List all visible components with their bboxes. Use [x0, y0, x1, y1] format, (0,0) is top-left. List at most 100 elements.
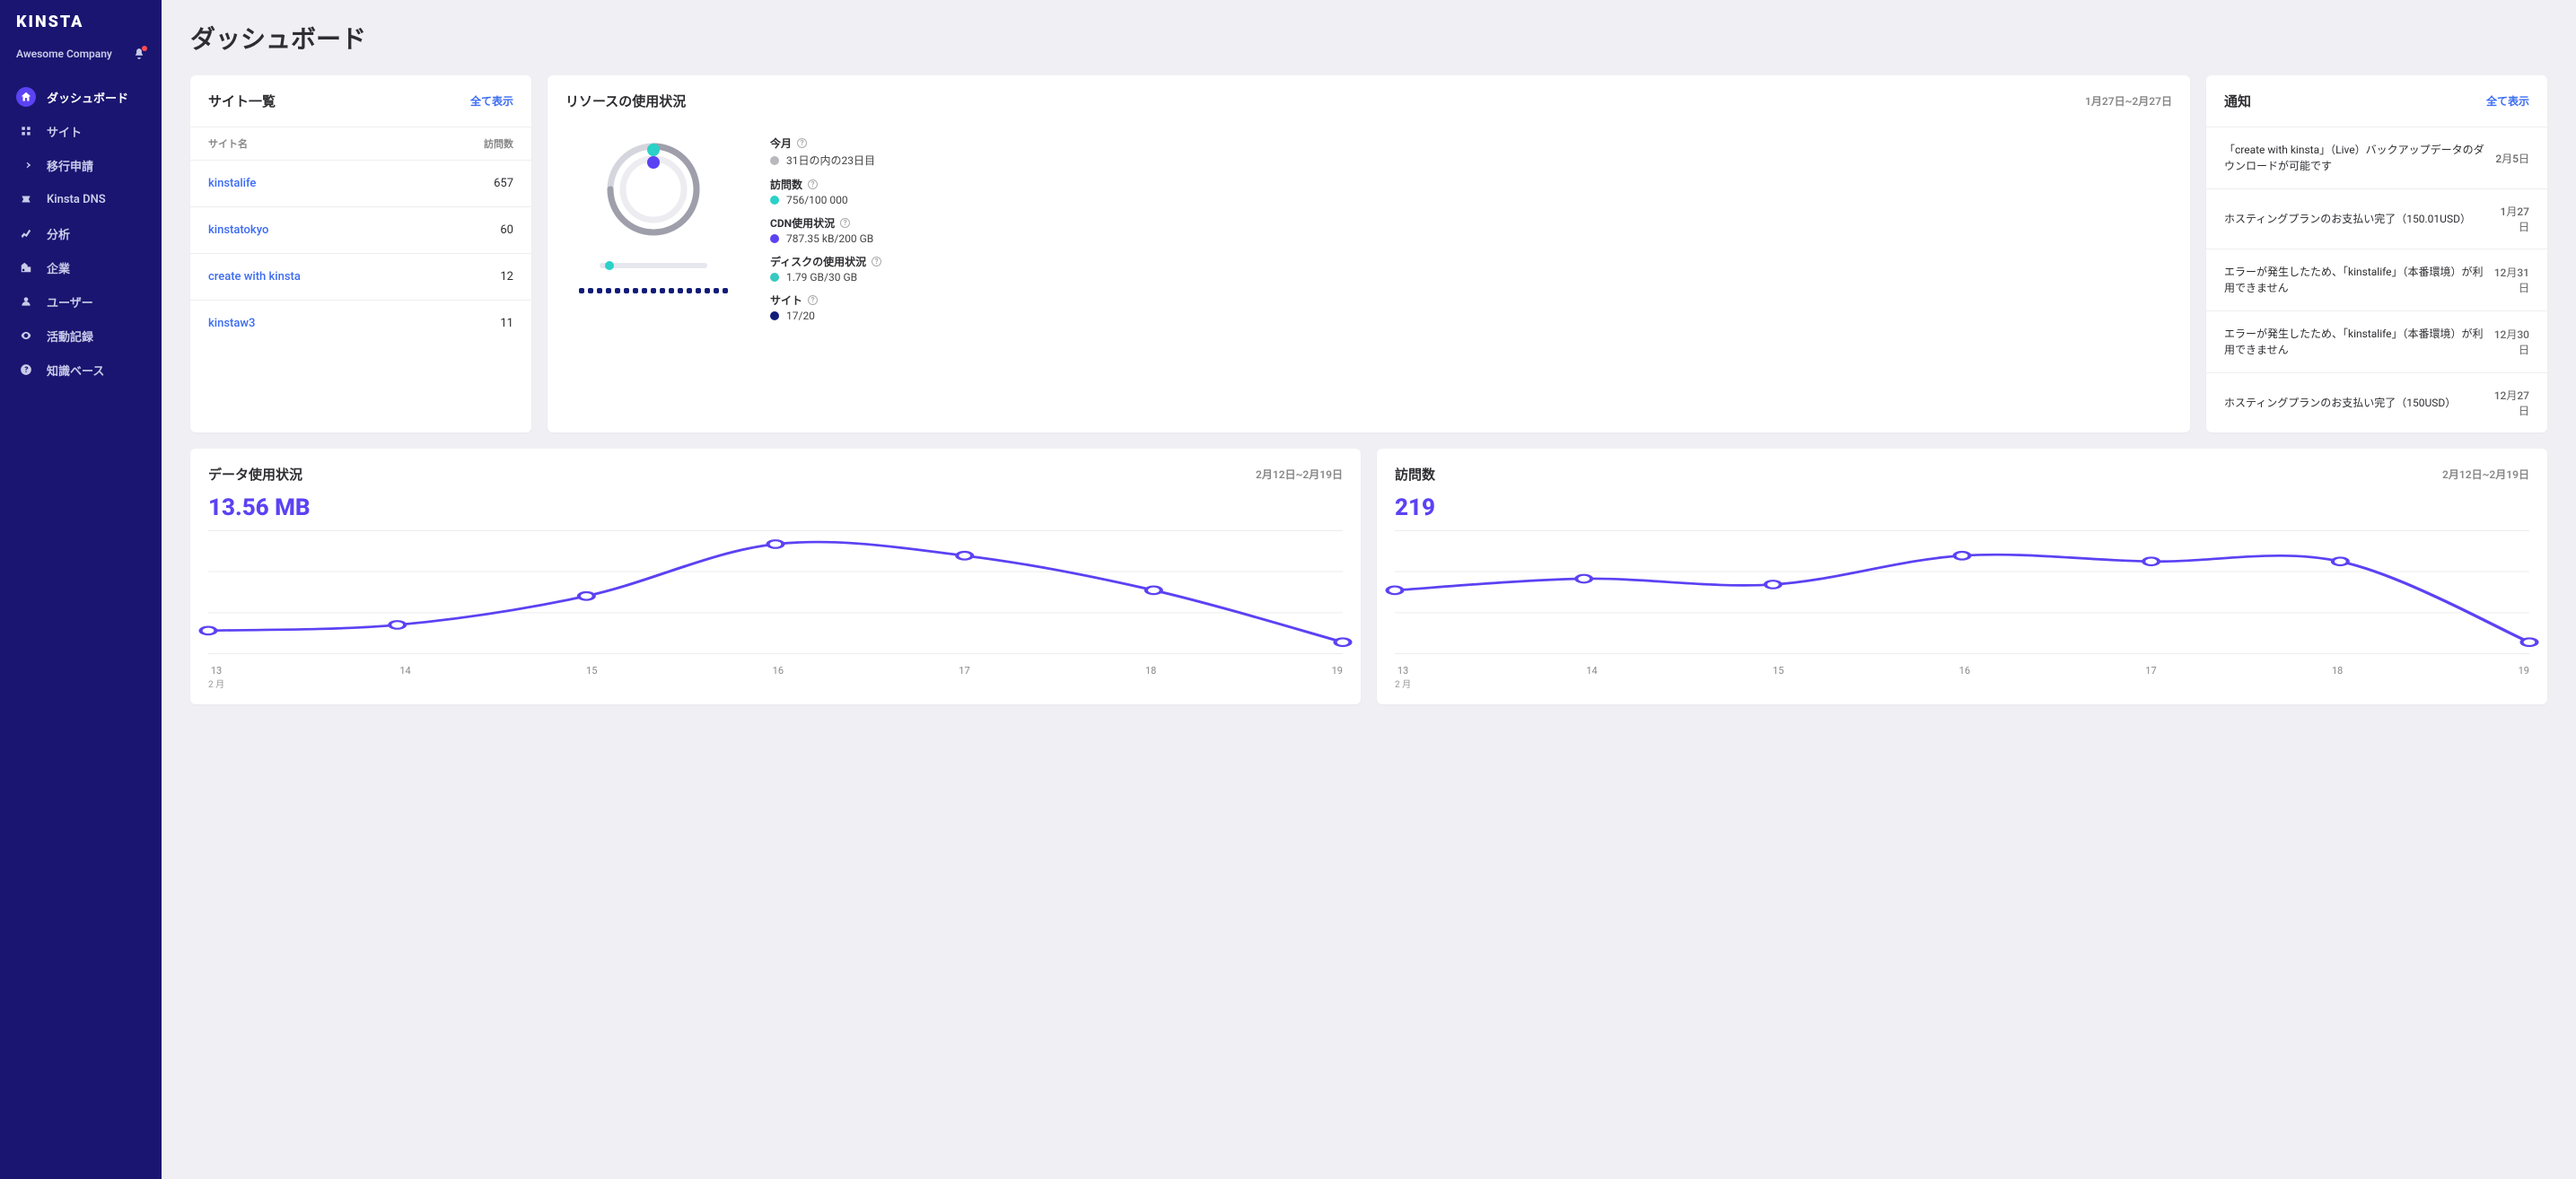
notification-row[interactable]: 「create with kinsta」（Live）バックアップデータのダウンロ… [2206, 127, 2547, 188]
sidebar-item-company[interactable]: 企業 [0, 250, 162, 284]
nav-items: ダッシュボードサイト移行申請 Kinsta DNS 分析企業ユーザー活動記録知識ベー… [0, 80, 162, 387]
sidebar-item-analytics[interactable]: 分析 [0, 216, 162, 250]
notification-date: 12月31 日 [2494, 265, 2529, 295]
swatch-visits [770, 196, 779, 205]
x-tick: 132 月 [1395, 665, 1411, 690]
disk-label: ディスクの使用状況 [770, 254, 866, 269]
sidebar-item-kb[interactable]: 知識ベース [0, 353, 162, 387]
notification-row[interactable]: エラーが発生したため、「kinstalife」（本番環境）が利用できません 12月… [2206, 310, 2547, 372]
nav-label: 分析 [47, 225, 70, 242]
notification-msg: エラーが発生したため、「kinstalife」（本番環境）が利用できません [2224, 264, 2484, 296]
info-icon[interactable]: ? [840, 218, 850, 228]
site-list-viewall[interactable]: 全て表示 [470, 93, 513, 109]
nav-label: 企業 [47, 259, 70, 276]
site-name[interactable]: create with kinsta [208, 270, 301, 284]
sidebar-item-users[interactable]: ユーザー [0, 284, 162, 319]
site-col-name: サイト名 [208, 136, 248, 151]
notif-viewall[interactable]: 全て表示 [2486, 93, 2529, 109]
notification-msg: エラーが発生したため、「kinstalife」（本番環境）が利用できません [2224, 326, 2484, 358]
swatch-cdn [770, 234, 779, 243]
nav-label: ダッシュボード [47, 89, 128, 106]
site-row[interactable]: kinstaw3 11 [190, 300, 531, 346]
disk-slider [600, 263, 707, 268]
x-tick: 19 [2519, 665, 2529, 690]
info-icon[interactable]: ? [872, 257, 881, 266]
nav-label: 移行申請 [47, 157, 93, 174]
notif-title: 通知 [2224, 92, 2251, 110]
notification-msg: 「create with kinsta」（Live）バックアップデータのダウンロ… [2224, 142, 2484, 174]
notification-date: 12月30 日 [2494, 327, 2529, 357]
main: ダッシュボード サイト一覧 全て表示 サイト名 訪問数 kinstalife65… [162, 0, 2576, 1179]
company-icon [16, 258, 36, 277]
swatch-disk [770, 273, 779, 282]
visits-chart [1395, 525, 2529, 659]
sites-dots [579, 288, 728, 293]
site-name[interactable]: kinstalife [208, 177, 256, 190]
visits-title: 訪問数 [1395, 465, 1435, 484]
visits-metric: 219 [1395, 494, 2529, 521]
swatch-month [770, 156, 779, 165]
nav-label: 活動記録 [47, 328, 93, 345]
nav-label: サイト [47, 123, 82, 140]
site-visits: 12 [500, 270, 513, 284]
sidebar-item-activity[interactable]: 活動記録 [0, 319, 162, 353]
analytics-icon [16, 223, 36, 243]
sidebar-item-dns[interactable]: Kinsta DNS [0, 182, 162, 216]
visits-label: 訪問数 [770, 177, 802, 192]
site-col-visits: 訪問数 [484, 136, 513, 151]
dns-icon [16, 189, 36, 209]
data-usage-chart [208, 525, 1343, 659]
resource-range: 1月27日~2月27日 [2085, 93, 2172, 109]
x-tick: 15 [586, 665, 597, 690]
x-tick: 18 [1145, 665, 1156, 690]
sites-icon [16, 121, 36, 141]
swatch-sites [770, 311, 779, 320]
x-tick: 18 [2332, 665, 2343, 690]
brand-logo: KINSTA [0, 13, 162, 48]
info-icon[interactable]: ? [808, 295, 818, 305]
x-tick: 132 月 [208, 665, 224, 690]
site-row[interactable]: kinstatokyo 60 [190, 206, 531, 253]
notification-row[interactable]: ホスティングプランのお支払い完了（150.01USD）1月27 日 [2206, 188, 2547, 249]
x-tick: 15 [1773, 665, 1783, 690]
site-list-card: サイト一覧 全て表示 サイト名 訪問数 kinstalife657kinstat… [190, 75, 531, 432]
notification-row[interactable]: ホスティングプランのお支払い完了（150USD） 12月27 日 [2206, 372, 2547, 432]
x-tick: 14 [1586, 665, 1597, 690]
company-name[interactable]: Awesome Company [16, 48, 112, 60]
info-icon[interactable]: ? [797, 138, 807, 148]
site-visits: 657 [494, 177, 513, 190]
site-name[interactable]: kinstaw3 [208, 317, 255, 330]
sidebar-item-home[interactable]: ダッシュボード [0, 80, 162, 114]
visits-value: 756/100 000 [786, 194, 848, 206]
site-row[interactable]: kinstalife 657 [190, 160, 531, 206]
company-row: Awesome Company [0, 48, 162, 80]
site-visits: 60 [500, 223, 513, 237]
site-visits: 11 [500, 317, 513, 330]
info-icon[interactable]: ? [808, 179, 818, 189]
x-tick: 14 [399, 665, 410, 690]
nav-label: ユーザー [47, 293, 93, 310]
notification-row[interactable]: エラーが発生したため、「kinstalife」（本番環境）が利用できません 12月… [2206, 249, 2547, 310]
sidebar-item-sites[interactable]: サイト [0, 114, 162, 148]
x-tick: 19 [1332, 665, 1343, 690]
site-name[interactable]: kinstatokyo [208, 223, 268, 237]
users-icon [16, 292, 36, 311]
notifications-card: 通知 全て表示 「create with kinsta」（Live）バックアップ… [2206, 75, 2547, 432]
notification-date: 12月27 日 [2494, 388, 2529, 418]
notification-date: 2月5日 [2495, 151, 2529, 166]
disk-value: 1.79 GB/30 GB [786, 271, 857, 284]
x-tick: 16 [773, 665, 784, 690]
site-row[interactable]: create with kinsta 12 [190, 253, 531, 300]
sites-label: サイト [770, 293, 802, 308]
sidebar-item-migrate[interactable]: 移行申請 [0, 148, 162, 182]
sidebar: KINSTA Awesome Company ダッシュボードサイト移行申請 Kin… [0, 0, 162, 1179]
x-tick: 17 [959, 665, 969, 690]
data-usage-range: 2月12日~2月19日 [1256, 467, 1343, 482]
cdn-label: CDN使用状況 [770, 215, 835, 231]
notification-msg: ホスティングプランのお支払い完了（150USD） [2224, 395, 2484, 411]
resource-title: リソースの使用状況 [565, 92, 686, 110]
bell-icon[interactable] [133, 48, 145, 60]
notification-date: 1月27 日 [2501, 204, 2529, 234]
resource-stats: 今月 ? 31日の内の23日目 訪問数 ? 756/100 000 [770, 135, 881, 322]
data-usage-metric: 13.56 MB [208, 494, 1343, 521]
